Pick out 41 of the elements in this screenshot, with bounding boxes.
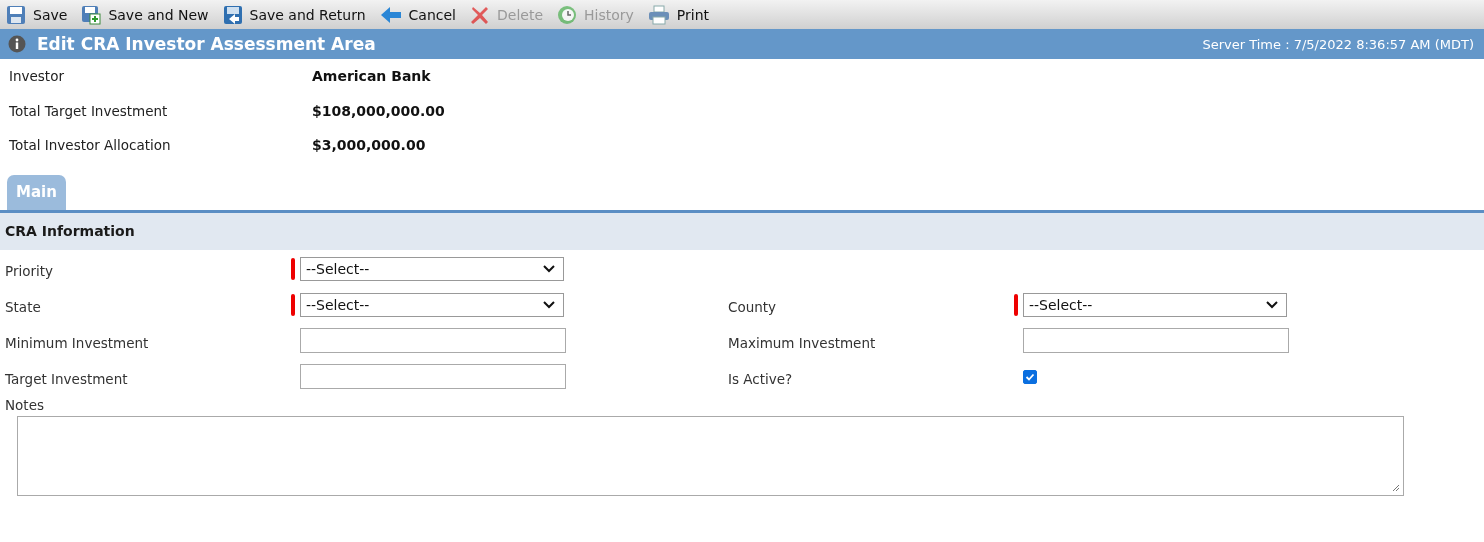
printer-icon: [647, 4, 670, 25]
input-field[interactable]: [300, 328, 566, 353]
chevron-down-icon: [1266, 300, 1278, 309]
clock-icon: [557, 4, 577, 25]
left-arrow-icon: [379, 5, 402, 24]
toolbar-button[interactable]: Save: [6, 4, 68, 25]
field-label: Notes: [5, 396, 45, 413]
notes-textarea[interactable]: [17, 415, 1404, 496]
field-label: Maximum Investment: [728, 333, 877, 351]
input-field[interactable]: [300, 364, 566, 389]
summary-label: Total Target Investment: [9, 102, 169, 119]
summary-label: Total Investor Allocation: [9, 137, 172, 154]
page-title: Edit CRA Investor Assessment Area: [37, 34, 376, 54]
toolbar-button[interactable]: Save and New: [81, 4, 209, 25]
field-label: County: [728, 297, 778, 315]
summary-value: $108,000,000.00: [312, 102, 446, 119]
field-label: Priority: [5, 261, 55, 279]
field-label: State: [5, 297, 42, 315]
checkbox[interactable]: [1023, 369, 1037, 384]
summary-value: American Bank: [312, 68, 432, 85]
toolbar-button[interactable]: Print: [647, 4, 710, 25]
section-title: CRA Information: [5, 223, 135, 239]
select-dropdown[interactable]: --Select--: [1023, 292, 1287, 317]
server-time: Server Time : 7/5/2022 8:36:57 AM (MDT): [1202, 36, 1474, 52]
toolbar-button[interactable]: Cancel: [379, 5, 456, 24]
summary-value: $3,000,000.00: [312, 137, 427, 154]
checkmark-icon: [1025, 371, 1035, 382]
info-icon: [8, 35, 26, 53]
select-dropdown[interactable]: --Select--: [300, 292, 564, 317]
resize-grip-icon: [1392, 483, 1400, 492]
chevron-down-icon: [543, 300, 555, 309]
summary-label: Investor: [9, 68, 65, 85]
chevron-down-icon: [543, 264, 555, 273]
toolbar-button[interactable]: Save and Return: [222, 4, 366, 25]
floppy-plus-icon: [81, 4, 102, 25]
select-dropdown[interactable]: --Select--: [300, 256, 564, 281]
field-label: Minimum Investment: [5, 333, 150, 351]
input-field[interactable]: [1023, 328, 1289, 353]
field-label: Target Investment: [5, 369, 129, 387]
delete-icon: [470, 4, 490, 25]
field-label: Is Active?: [728, 369, 794, 387]
